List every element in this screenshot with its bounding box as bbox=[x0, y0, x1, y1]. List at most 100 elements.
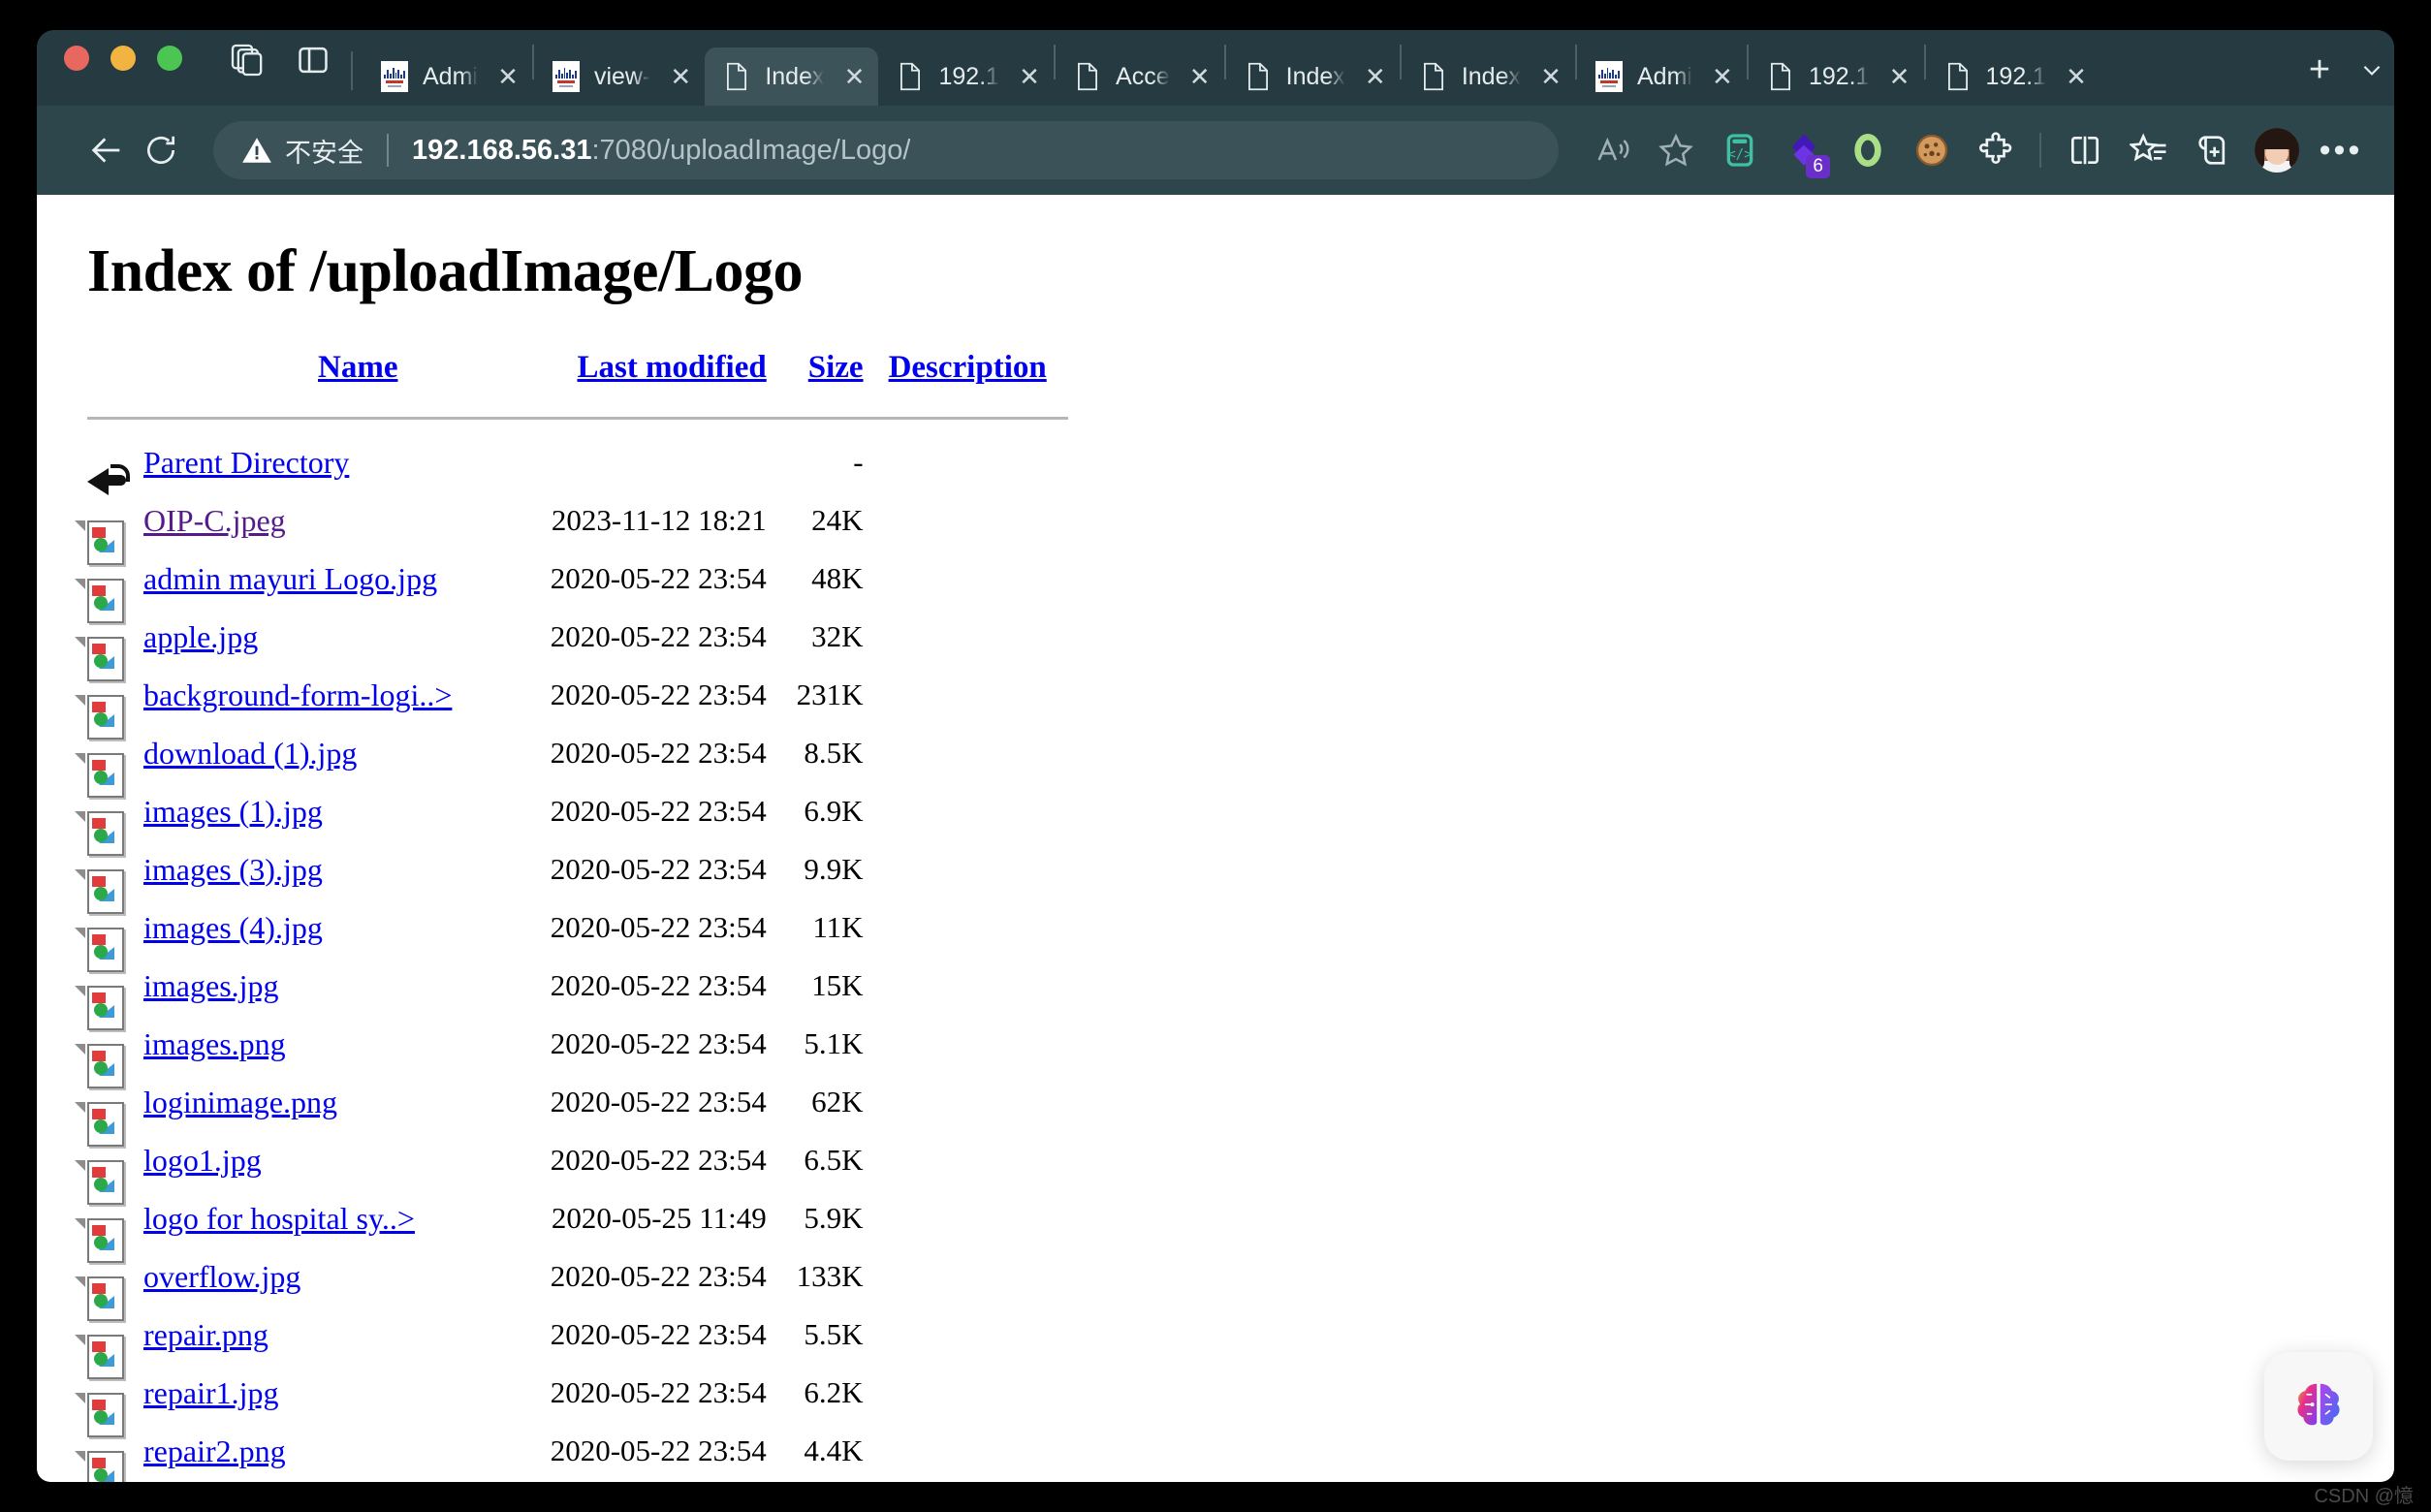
file-link[interactable]: overflow.jpg bbox=[143, 1259, 300, 1294]
file-link[interactable]: logo for hospital sy..> bbox=[143, 1201, 415, 1236]
table-row: images.png 2020-05-22 23:54 5.1K bbox=[75, 1015, 1068, 1088]
generic-page-favicon bbox=[1943, 60, 1973, 93]
row-size-cell: 9.9K bbox=[804, 852, 864, 886]
address-bar[interactable]: 不安全 192.168.56.31:7080/uploadImage/Logo/ bbox=[213, 121, 1559, 179]
tab-close-button[interactable]: ✕ bbox=[839, 62, 868, 92]
new-tab-button[interactable]: + bbox=[2297, 47, 2342, 92]
file-link[interactable]: apple.jpg bbox=[143, 619, 258, 654]
row-description-cell bbox=[889, 1189, 1068, 1247]
tab-2[interactable]: view- ✕ bbox=[534, 47, 705, 106]
profile-avatar[interactable] bbox=[2249, 122, 2305, 178]
file-link[interactable]: images.png bbox=[143, 1026, 286, 1061]
sort-by-modified-link[interactable]: Last modified bbox=[577, 350, 766, 385]
generic-page-favicon bbox=[896, 60, 925, 93]
tab-close-button[interactable]: ✕ bbox=[666, 62, 695, 92]
tab-8[interactable]: Admi ✕ bbox=[1577, 47, 1747, 106]
row-description-cell bbox=[889, 666, 1068, 724]
header-description: Description bbox=[889, 349, 1068, 411]
file-link[interactable]: images.jpg bbox=[143, 968, 279, 1003]
devtools-extension-icon[interactable]: </> bbox=[1712, 122, 1768, 178]
tab-close-button[interactable]: ✕ bbox=[1708, 62, 1737, 92]
row-modified-cell: 2020-05-22 23:54 bbox=[550, 1433, 767, 1467]
tab-6[interactable]: Index ✕ bbox=[1226, 47, 1400, 106]
tab-close-button[interactable]: ✕ bbox=[1015, 62, 1044, 92]
table-row: download (1).jpg 2020-05-22 23:54 8.5K bbox=[75, 724, 1068, 798]
tab-close-button[interactable]: ✕ bbox=[2062, 62, 2091, 92]
tab-close-button[interactable]: ✕ bbox=[1185, 62, 1215, 92]
file-link[interactable]: download (1).jpg bbox=[143, 736, 357, 771]
tab-close-button[interactable]: ✕ bbox=[1885, 62, 1914, 92]
settings-more-icon[interactable]: ••• bbox=[2313, 122, 2369, 178]
hospital-logo-favicon bbox=[1594, 61, 1623, 92]
copilot-float-button[interactable] bbox=[2264, 1352, 2373, 1461]
tab-actions-menu-icon[interactable] bbox=[2350, 47, 2394, 92]
header-name: Name bbox=[143, 349, 519, 411]
split-screen-icon[interactable] bbox=[2057, 122, 2113, 178]
row-name-cell: OIP-C.jpeg bbox=[143, 491, 519, 550]
browser-essentials-icon[interactable] bbox=[2185, 122, 2241, 178]
row-description-cell bbox=[889, 608, 1068, 666]
file-link[interactable]: repair.png bbox=[143, 1317, 268, 1352]
tab-title: Index bbox=[765, 62, 825, 90]
refresh-icon[interactable] bbox=[134, 123, 188, 177]
page-title: Index of /uploadImage/Logo bbox=[87, 238, 804, 304]
tab-7[interactable]: Index ✕ bbox=[1402, 47, 1575, 106]
row-name-cell: admin mayuri Logo.jpg bbox=[143, 550, 519, 608]
file-link[interactable]: logo1.jpg bbox=[143, 1143, 262, 1178]
sort-by-description-link[interactable]: Description bbox=[889, 350, 1047, 385]
more-dots-label: ••• bbox=[2319, 132, 2363, 169]
puzzle-extensions-icon[interactable] bbox=[1968, 122, 2024, 178]
file-link[interactable]: loginimage.png bbox=[143, 1085, 337, 1119]
sort-by-size-link[interactable]: Size bbox=[808, 350, 864, 385]
file-link[interactable]: images (4).jpg bbox=[143, 910, 323, 945]
back-arrow-icon[interactable] bbox=[79, 123, 134, 177]
tab-title: Acce bbox=[1116, 62, 1170, 90]
tab-10[interactable]: 192.1 ✕ bbox=[1926, 47, 2101, 106]
purple-diamond-extension-icon[interactable]: 6 bbox=[1776, 122, 1832, 178]
csdn-watermark: CSDN @憶 bbox=[2314, 1486, 2414, 1507]
tab-close-button[interactable]: ✕ bbox=[1536, 62, 1565, 92]
tab-1[interactable]: Admi ✕ bbox=[363, 47, 532, 106]
row-modified-cell: 2020-05-22 23:54 bbox=[550, 1375, 767, 1409]
tab-close-button[interactable]: ✕ bbox=[1361, 62, 1390, 92]
browser-toolbar: 不安全 192.168.56.31:7080/uploadImage/Logo/ bbox=[37, 106, 2394, 195]
tab-list: Admi ✕ view- ✕ Index ✕ 192.1 ✕ Acce ✕ Index ✕ bbox=[363, 30, 2282, 106]
actions-divider bbox=[2039, 133, 2041, 168]
file-link[interactable]: OIP-C.jpeg bbox=[143, 503, 286, 538]
row-modified-cell: 2020-05-22 23:54 bbox=[550, 910, 767, 944]
tab-9[interactable]: 192.1 ✕ bbox=[1749, 47, 1924, 106]
cookie-extension-icon[interactable] bbox=[1904, 122, 1960, 178]
file-link[interactable]: Parent Directory bbox=[143, 445, 349, 480]
row-description-cell bbox=[889, 782, 1068, 840]
green-ring-extension-icon[interactable] bbox=[1840, 122, 1896, 178]
row-modified-cell: 2020-05-22 23:54 bbox=[550, 736, 767, 770]
generic-page-favicon bbox=[722, 60, 751, 93]
file-link[interactable]: repair2.png bbox=[143, 1433, 286, 1468]
split-pane-icon[interactable] bbox=[293, 40, 333, 80]
maximize-window-button[interactable] bbox=[157, 46, 182, 71]
file-link[interactable]: background-form-logi..> bbox=[143, 677, 452, 712]
tab-3-active[interactable]: Index ✕ bbox=[705, 47, 879, 106]
favorite-star-icon[interactable] bbox=[1648, 122, 1704, 178]
row-size-cell: 133K bbox=[796, 1259, 864, 1293]
generic-page-favicon bbox=[1073, 60, 1102, 93]
close-window-button[interactable] bbox=[64, 46, 89, 71]
tab-5[interactable]: Acce ✕ bbox=[1056, 47, 1224, 106]
file-link[interactable]: images (3).jpg bbox=[143, 852, 323, 887]
sort-by-name-link[interactable]: Name bbox=[318, 350, 397, 385]
minimize-window-button[interactable] bbox=[110, 46, 136, 71]
row-modified-cell bbox=[519, 433, 784, 491]
tab-close-button[interactable]: ✕ bbox=[493, 62, 522, 92]
row-size-cell: 8.5K bbox=[804, 736, 864, 770]
not-secure-label: 不安全 bbox=[285, 138, 363, 168]
file-link[interactable]: admin mayuri Logo.jpg bbox=[143, 561, 437, 596]
collections-icon[interactable] bbox=[2121, 122, 2177, 178]
file-link[interactable]: repair1.jpg bbox=[143, 1375, 279, 1410]
tab-title: 192.1 bbox=[938, 62, 1000, 90]
row-name-cell: apple.jpg bbox=[143, 608, 519, 666]
file-link[interactable]: images (1).jpg bbox=[143, 794, 323, 829]
read-aloud-icon[interactable] bbox=[1584, 122, 1640, 178]
tab-4[interactable]: 192.1 ✕ bbox=[878, 47, 1054, 106]
row-description-cell bbox=[889, 1422, 1068, 1480]
stacked-pages-icon[interactable] bbox=[227, 40, 268, 80]
